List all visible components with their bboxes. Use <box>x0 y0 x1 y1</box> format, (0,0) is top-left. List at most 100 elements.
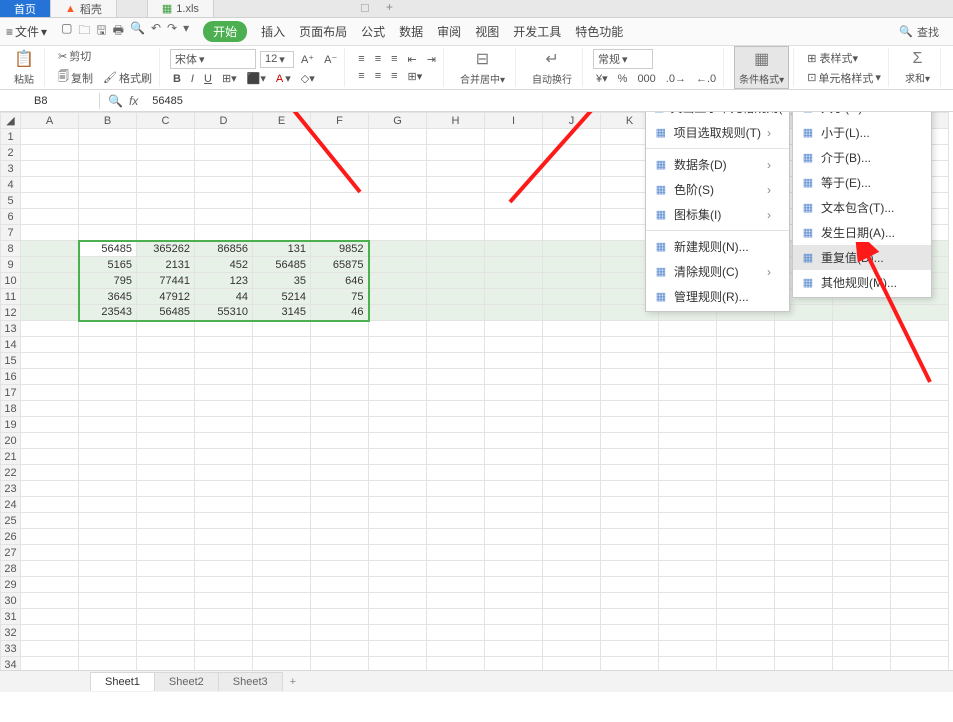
cell-J20[interactable] <box>543 433 601 449</box>
row-header-7[interactable]: 7 <box>1 225 21 241</box>
formatpainter-button[interactable]: 🖌格式刷 <box>100 69 155 87</box>
fill-color-button[interactable]: ⬛▾ <box>244 71 269 86</box>
cell-L32[interactable] <box>659 625 717 641</box>
cell-B2[interactable] <box>79 145 137 161</box>
table-style-button[interactable]: ⊞ 表样式▾ <box>804 49 861 67</box>
cell-O19[interactable] <box>833 417 891 433</box>
cell-F10[interactable]: 646 <box>311 273 369 289</box>
cut-button[interactable]: ✂剪切 <box>55 47 94 65</box>
cell-E4[interactable] <box>253 177 311 193</box>
cell-A26[interactable] <box>21 529 79 545</box>
row-header-20[interactable]: 20 <box>1 433 21 449</box>
cell-L22[interactable] <box>659 465 717 481</box>
cell-F32[interactable] <box>311 625 369 641</box>
cell-E26[interactable] <box>253 529 311 545</box>
cell-J19[interactable] <box>543 417 601 433</box>
cell-D11[interactable]: 44 <box>195 289 253 305</box>
col-header-F[interactable]: F <box>311 113 369 129</box>
cell-A29[interactable] <box>21 577 79 593</box>
cell-C31[interactable] <box>137 609 195 625</box>
cell-E24[interactable] <box>253 497 311 513</box>
cell-F28[interactable] <box>311 561 369 577</box>
cell-D14[interactable] <box>195 337 253 353</box>
cell-B26[interactable] <box>79 529 137 545</box>
cell-J5[interactable] <box>543 193 601 209</box>
row-header-15[interactable]: 15 <box>1 353 21 369</box>
cell-O15[interactable] <box>833 353 891 369</box>
cell-A30[interactable] <box>21 593 79 609</box>
cell-O30[interactable] <box>833 593 891 609</box>
cell-F2[interactable] <box>311 145 369 161</box>
cell-M19[interactable] <box>717 417 775 433</box>
cell-E16[interactable] <box>253 369 311 385</box>
cell-J25[interactable] <box>543 513 601 529</box>
cell-E28[interactable] <box>253 561 311 577</box>
cell-B17[interactable] <box>79 385 137 401</box>
cell-O21[interactable] <box>833 449 891 465</box>
cell-I10[interactable] <box>485 273 543 289</box>
cell-N24[interactable] <box>775 497 833 513</box>
cell-C22[interactable] <box>137 465 195 481</box>
cell-H6[interactable] <box>427 209 485 225</box>
name-box[interactable]: B8 <box>30 93 100 109</box>
cell-I7[interactable] <box>485 225 543 241</box>
cell-I26[interactable] <box>485 529 543 545</box>
cell-G27[interactable] <box>369 545 427 561</box>
cell-N20[interactable] <box>775 433 833 449</box>
row-header-12[interactable]: 12 <box>1 305 21 321</box>
cell-L29[interactable] <box>659 577 717 593</box>
cell-A9[interactable] <box>21 257 79 273</box>
cell-N25[interactable] <box>775 513 833 529</box>
cell-D16[interactable] <box>195 369 253 385</box>
cell-M27[interactable] <box>717 545 775 561</box>
cell-F4[interactable] <box>311 177 369 193</box>
qat-preview-icon[interactable]: 🔍 <box>130 21 145 42</box>
cell-style-button[interactable]: ⊡ 单元格样式▾ <box>804 69 884 87</box>
qat-redo-icon[interactable]: ↷ <box>167 21 177 42</box>
cell-H31[interactable] <box>427 609 485 625</box>
cell-E8[interactable]: 131 <box>253 241 311 257</box>
menu2-item-7[interactable]: ▦其他规则(M)... <box>793 270 931 295</box>
cell-I12[interactable] <box>485 305 543 321</box>
cell-F27[interactable] <box>311 545 369 561</box>
cell-P16[interactable] <box>891 369 949 385</box>
row-header-31[interactable]: 31 <box>1 609 21 625</box>
cell-G30[interactable] <box>369 593 427 609</box>
cell-D2[interactable] <box>195 145 253 161</box>
cell-O28[interactable] <box>833 561 891 577</box>
row-header-23[interactable]: 23 <box>1 481 21 497</box>
cell-D26[interactable] <box>195 529 253 545</box>
row-header-30[interactable]: 30 <box>1 593 21 609</box>
cell-D25[interactable] <box>195 513 253 529</box>
cell-E1[interactable] <box>253 129 311 145</box>
cell-N32[interactable] <box>775 625 833 641</box>
cell-C11[interactable]: 47912 <box>137 289 195 305</box>
menu1-item-0[interactable]: ▦突出显示单元格规则(H) <box>646 112 789 120</box>
cell-J11[interactable] <box>543 289 601 305</box>
cell-P15[interactable] <box>891 353 949 369</box>
cell-M33[interactable] <box>717 641 775 657</box>
cell-P33[interactable] <box>891 641 949 657</box>
cell-C24[interactable] <box>137 497 195 513</box>
cell-C1[interactable] <box>137 129 195 145</box>
cell-I22[interactable] <box>485 465 543 481</box>
menutab-dev[interactable]: 开发工具 <box>513 23 561 40</box>
cell-J31[interactable] <box>543 609 601 625</box>
cell-L26[interactable] <box>659 529 717 545</box>
cell-O33[interactable] <box>833 641 891 657</box>
row-header-24[interactable]: 24 <box>1 497 21 513</box>
cell-F13[interactable] <box>311 321 369 337</box>
cell-G16[interactable] <box>369 369 427 385</box>
cell-N30[interactable] <box>775 593 833 609</box>
cell-E10[interactable]: 35 <box>253 273 311 289</box>
menu1-item-7[interactable]: ▦新建规则(N)... <box>646 234 789 259</box>
align-bot-icon[interactable]: ≡ <box>388 52 400 66</box>
cell-N28[interactable] <box>775 561 833 577</box>
cell-G26[interactable] <box>369 529 427 545</box>
cell-E7[interactable] <box>253 225 311 241</box>
cell-A23[interactable] <box>21 481 79 497</box>
row-header-16[interactable]: 16 <box>1 369 21 385</box>
cell-J32[interactable] <box>543 625 601 641</box>
cell-P32[interactable] <box>891 625 949 641</box>
menu2-item-5[interactable]: ▦发生日期(A)... <box>793 220 931 245</box>
